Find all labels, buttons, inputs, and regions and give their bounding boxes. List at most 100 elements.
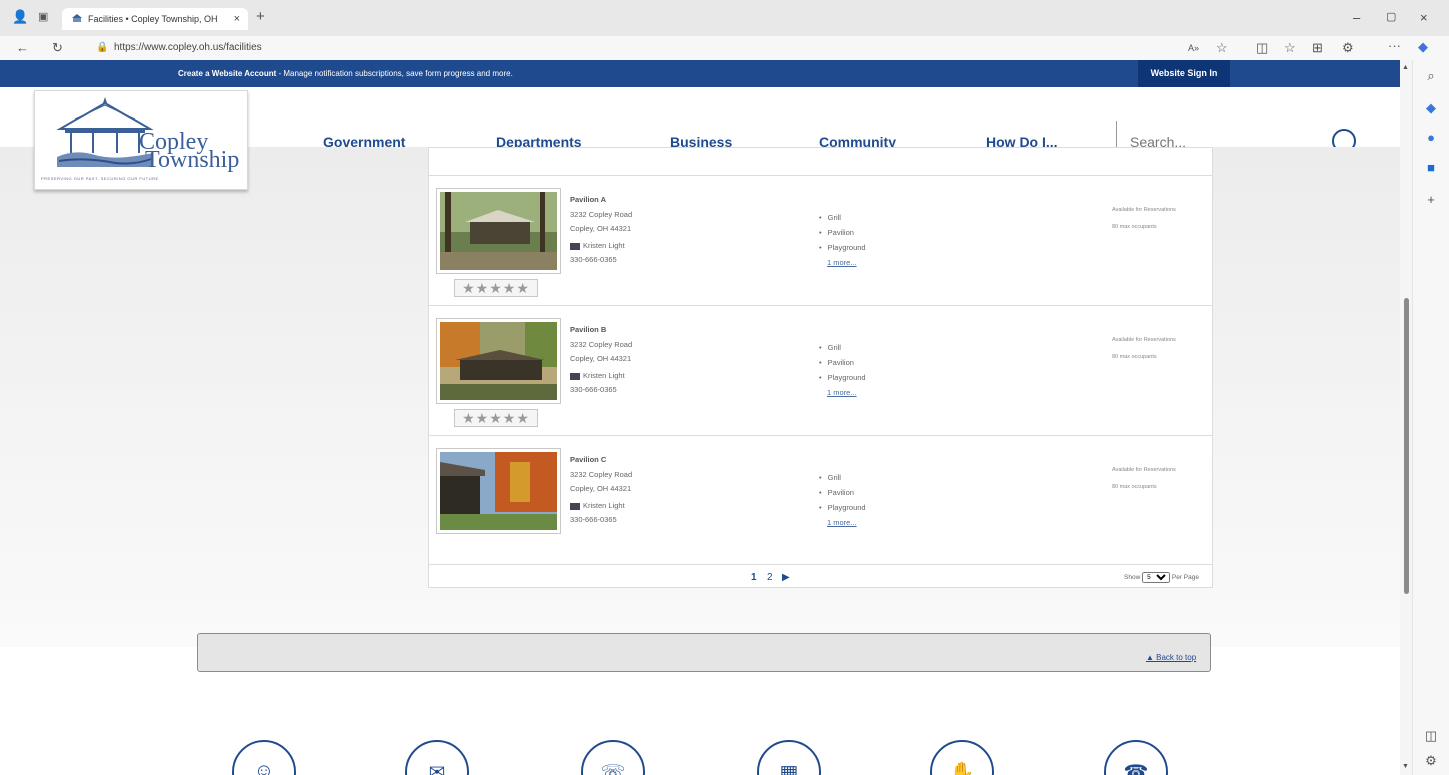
browser-tab[interactable]: Facilities • Copley Township, OH × [62,8,248,30]
back-icon[interactable]: ← [16,40,29,56]
facility-name[interactable]: Pavilion A [570,195,606,204]
calendar-icon: ▦ [779,762,799,775]
more-amenities-link[interactable]: 1 more... [827,388,857,397]
collections-icon[interactable]: ⊞ [1312,40,1323,56]
logo-text-township: Township [145,147,240,173]
amenity-item: Playground [819,503,866,512]
url-text: https://www.copley.oh.us/facilities [114,42,262,53]
new-tab-button[interactable]: + [256,9,265,25]
split-screen-icon[interactable]: ◫ [1256,40,1268,56]
facility-row: ★★★★★ Pavilion A 3232 Copley Road Copley… [429,175,1212,305]
per-page-control: Show 5 Per Page [1124,572,1199,583]
amenity-item: Pavilion [819,488,854,497]
facility-photo[interactable] [436,318,561,404]
payments-icon: ✋ [949,762,975,775]
contact-icon: ☎ [1123,762,1149,775]
facility-name[interactable]: Pavilion C [570,455,606,464]
restore-button[interactable]: ▢ [1386,10,1396,23]
pavilion-b-photo-icon [440,322,557,400]
facility-photo[interactable] [436,188,561,274]
scroll-down-icon[interactable]: ▼ [1402,763,1409,770]
amenity-item: Pavilion [819,228,854,237]
facility-address2: Copley, OH 44321 [570,224,632,233]
facilities-list: ★★★★★ Pavilion A 3232 Copley Road Copley… [428,147,1213,588]
star-rating[interactable]: ★★★★★ [454,409,538,427]
quick-link-circle[interactable]: ▦ [757,740,821,775]
availability-text: Available for Reservations [1112,207,1176,213]
sign-in-button[interactable]: Website Sign In [1138,60,1230,87]
add-sidebar-icon[interactable]: + [1423,192,1439,208]
copilot-icon[interactable]: ◆ [1418,39,1428,55]
amenity-item: Playground [819,373,866,382]
occupancy-text: 80 max occupants [1112,484,1157,490]
shopping-icon[interactable]: ◆ [1423,100,1439,116]
pagination: 1 2 ▶ Show 5 Per Page [429,564,1212,588]
facility-address1: 3232 Copley Road [570,340,633,349]
quick-link-circle[interactable]: ☺ [232,740,296,775]
tab-title: Facilities • Copley Township, OH [88,14,218,24]
email-icon [570,372,580,380]
pavilion-c-photo-icon [440,452,557,530]
refresh-icon[interactable]: ↻ [52,40,63,56]
browser-address-bar: ← ↻ 🔒 https://www.copley.oh.us/facilitie… [0,36,1449,60]
facility-contact[interactable]: Kristen Light [570,241,625,250]
tab-actions-icon[interactable]: ▣ [38,9,48,25]
browser-tab-bar: 👤 ▣ Facilities • Copley Township, OH × +… [0,0,1449,36]
close-tab-icon[interactable]: × [234,8,240,30]
back-to-top-link[interactable]: ▲ Back to top [1146,653,1196,662]
page-2-link[interactable]: 2 [767,572,773,583]
account-message-text: - Manage notification subscriptions, sav… [276,69,513,78]
facility-address2: Copley, OH 44321 [570,484,632,493]
facility-contact[interactable]: Kristen Light [570,501,625,510]
quick-link-circle[interactable]: ✉ [405,740,469,775]
account-message[interactable]: Create a Website Account - Manage notifi… [178,60,513,87]
favorite-icon[interactable]: ☆ [1216,40,1228,56]
email-icon [570,502,580,510]
facility-name[interactable]: Pavilion B [570,325,606,334]
minimize-button[interactable]: – [1353,10,1360,25]
contact-name: Kristen Light [583,241,625,250]
more-icon[interactable]: ··· [1388,38,1401,54]
quick-link-circle[interactable]: ✋ [930,740,994,775]
outlook-icon[interactable]: ■ [1423,160,1439,176]
quick-link-circle[interactable]: ☎ [1104,740,1168,775]
create-account-link[interactable]: Create a Website Account [178,69,276,78]
facility-photo[interactable] [436,448,561,534]
facility-row: ★★★★★ Pavilion B 3232 Copley Road Copley… [429,305,1212,435]
favorites-icon[interactable]: ☆ [1284,40,1296,56]
facility-address1: 3232 Copley Road [570,470,633,479]
search-sidebar-icon[interactable]: ⌕ [1423,68,1439,84]
logo-tagline: PRESERVING OUR PAST, SECURING OUR FUTURE [41,176,159,181]
notify-me-icon: ✉ [428,762,446,775]
sidebar-settings-icon[interactable]: ⚙ [1423,753,1439,769]
facility-contact[interactable]: Kristen Light [570,371,625,380]
profile-icon[interactable]: 👤 [12,9,28,25]
quick-link-circle[interactable]: ☏ [581,740,645,775]
more-amenities-link[interactable]: 1 more... [827,518,857,527]
facility-row: Pavilion C 3232 Copley Road Copley, OH 4… [429,435,1212,565]
pavilion-a-photo-icon [440,192,557,270]
star-rating[interactable]: ★★★★★ [454,279,538,297]
contact-name: Kristen Light [583,501,625,510]
account-strip: Create a Website Account - Manage notifi… [0,60,1400,87]
extensions-icon[interactable]: ⚙ [1342,40,1354,56]
next-page-icon[interactable]: ▶ [782,572,790,583]
gazebo-favicon-icon [72,14,82,22]
per-page-select[interactable]: 5 [1142,572,1171,583]
games-icon[interactable]: ● [1423,130,1439,146]
page-1-link[interactable]: 1 [751,572,757,583]
scroll-up-icon[interactable]: ▲ [1402,64,1409,71]
scrollbar-thumb[interactable] [1404,298,1409,594]
url-field[interactable]: 🔒 https://www.copley.oh.us/facilities [96,39,1246,57]
edge-sidebar: ⌕ ◆ ● ■ + ◫ ⚙ [1412,60,1449,775]
per-page-label: Per Page [1171,574,1199,581]
community-icon: ☺ [253,760,275,775]
page-scrollbar[interactable]: ▲ ▼ [1400,60,1412,775]
occupancy-text: 80 max occupants [1112,354,1157,360]
close-window-button[interactable]: × [1420,10,1428,25]
read-aloud-icon[interactable]: A» [1188,40,1199,56]
facility-phone: 330-666-0365 [570,385,617,394]
hide-sidebar-icon[interactable]: ◫ [1423,728,1439,744]
more-amenities-link[interactable]: 1 more... [827,258,857,267]
township-logo[interactable]: Copley Township PRESERVING OUR PAST, SEC… [34,90,248,190]
